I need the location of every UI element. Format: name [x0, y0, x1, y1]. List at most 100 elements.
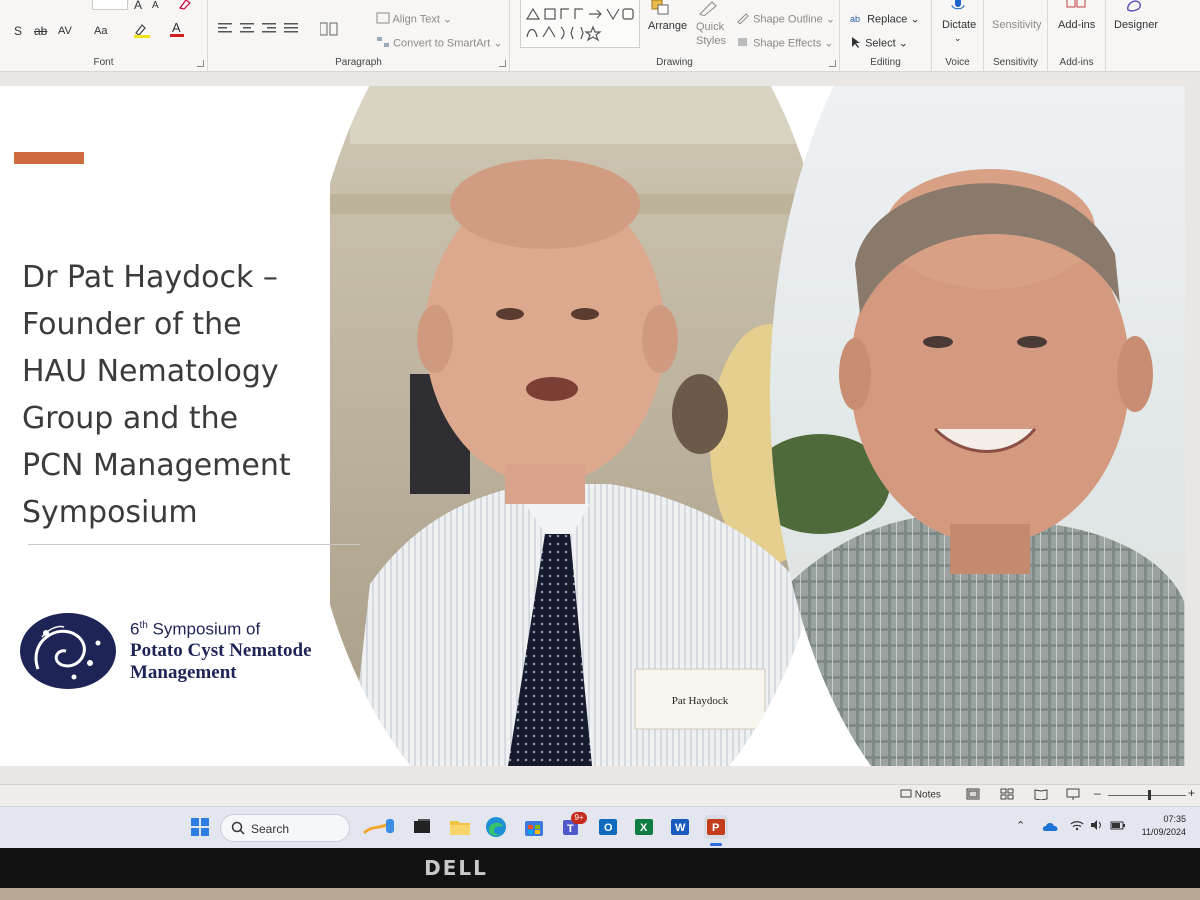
- edge-browser-icon[interactable]: [484, 815, 508, 839]
- photo-smiling-portrait: [770, 86, 1185, 766]
- font-color-icon[interactable]: A: [168, 20, 186, 41]
- system-clock[interactable]: 07:35 11/09/2024: [1142, 813, 1186, 839]
- ribbon: A A S ab AV Aa A Font Align Text ⌄ Conve…: [0, 0, 1200, 72]
- replace-label: Replace: [867, 13, 908, 26]
- wifi-icon[interactable]: [1070, 818, 1084, 836]
- logo-line3: Management: [130, 661, 237, 683]
- replace-button[interactable]: ab Replace ⌄: [850, 12, 920, 27]
- store-icon[interactable]: [522, 815, 546, 839]
- convert-smartart-label: Convert to SmartArt: [393, 37, 491, 50]
- taskbar-search[interactable]: Search: [220, 814, 350, 842]
- dictate-button[interactable]: Dictate: [942, 19, 976, 31]
- status-bar: Notes – +: [0, 784, 1200, 806]
- zoom-slider-thumb[interactable]: [1148, 790, 1151, 800]
- character-spacing-button[interactable]: AV: [58, 25, 72, 37]
- drawing-dialog-launcher[interactable]: [829, 60, 836, 67]
- title-line: HAU Nematology: [22, 354, 279, 389]
- select-label: Select: [865, 37, 896, 50]
- svg-text:T: T: [567, 823, 574, 835]
- widgets-icon[interactable]: [362, 815, 398, 839]
- change-case-button[interactable]: Aa: [94, 25, 107, 37]
- shapes-gallery[interactable]: [520, 0, 640, 48]
- outlook-icon[interactable]: O: [596, 815, 620, 839]
- sensitivity-button[interactable]: Sensitivity: [992, 19, 1042, 31]
- photo-speaking-portrait: Pat Haydock: [330, 86, 830, 766]
- dictate-dropdown-icon[interactable]: ⌄: [954, 33, 962, 44]
- notes-label: Notes: [914, 789, 941, 801]
- name-badge: Pat Haydock: [672, 695, 729, 707]
- powerpoint-icon[interactable]: P: [704, 815, 728, 839]
- justify-icon[interactable]: [284, 22, 298, 37]
- drawing-group-label: Drawing: [656, 57, 693, 68]
- highlight-color-icon[interactable]: [132, 22, 152, 41]
- convert-smartart-button[interactable]: Convert to SmartArt ⌄: [376, 36, 503, 51]
- align-left-icon[interactable]: [218, 22, 232, 37]
- microphone-icon[interactable]: [950, 0, 966, 15]
- paragraph-dialog-launcher[interactable]: [499, 60, 506, 67]
- zoom-out-button[interactable]: –: [1094, 786, 1101, 800]
- desk-surface: [0, 888, 1200, 900]
- shrink-font-button[interactable]: A: [152, 0, 159, 11]
- svg-text:P: P: [712, 822, 719, 834]
- addins-icon[interactable]: [1066, 0, 1088, 15]
- font-dialog-launcher[interactable]: [197, 60, 204, 67]
- shadow-button[interactable]: S: [14, 24, 22, 38]
- slide-editing-pane: Pat Haydock Dr Pat Haydock – Founder of …: [0, 72, 1200, 784]
- shape-effects-icon: [736, 36, 750, 51]
- zoom-slider[interactable]: [1108, 795, 1186, 796]
- volume-icon[interactable]: [1090, 818, 1104, 836]
- svg-text:A: A: [172, 20, 181, 35]
- taskbar: Search T 9+ O X W P ⌃ 07:35 11/09/2024: [0, 806, 1200, 848]
- grow-font-button[interactable]: A: [134, 0, 142, 12]
- slide-sorter-icon[interactable]: [1000, 788, 1014, 803]
- arrange-button[interactable]: Arrange: [648, 20, 687, 32]
- quick-styles-icon[interactable]: [696, 0, 718, 19]
- svg-text:O: O: [604, 822, 613, 834]
- teams-notification-badge: 9+: [571, 812, 587, 824]
- excel-icon[interactable]: X: [632, 815, 656, 839]
- logo-line2: Potato Cyst Nematode: [130, 639, 312, 661]
- show-hidden-icons-icon[interactable]: ⌃: [1016, 819, 1025, 832]
- slide[interactable]: Pat Haydock Dr Pat Haydock – Founder of …: [0, 86, 1185, 766]
- sensitivity-group-label: Sensitivity: [992, 57, 1038, 68]
- slideshow-icon[interactable]: [1066, 788, 1080, 803]
- shape-outline-icon: [736, 12, 750, 27]
- dell-logo: DELL: [424, 856, 488, 880]
- onedrive-icon[interactable]: [1042, 819, 1060, 837]
- file-explorer-icon[interactable]: [448, 815, 472, 839]
- normal-view-icon[interactable]: [966, 788, 980, 803]
- windows-start-icon[interactable]: [188, 815, 212, 839]
- align-center-icon[interactable]: [240, 22, 254, 37]
- notes-button[interactable]: Notes: [900, 789, 941, 801]
- designer-icon[interactable]: [1124, 0, 1144, 15]
- task-view-icon[interactable]: [410, 815, 434, 839]
- word-icon[interactable]: W: [668, 815, 692, 839]
- clock-date: 11/09/2024: [1141, 827, 1186, 837]
- align-text-button[interactable]: Align Text ⌄: [376, 12, 452, 27]
- nematode-logo-icon: [18, 611, 118, 691]
- bullets-icon[interactable]: [218, 0, 288, 9]
- symposium-logo-text: 6th Symposium of Potato Cyst Nematode Ma…: [130, 616, 312, 684]
- addins-button[interactable]: Add-ins: [1058, 19, 1095, 31]
- shape-effects-button[interactable]: Shape Effects ⌄: [736, 36, 834, 51]
- reading-view-icon[interactable]: [1034, 788, 1048, 803]
- battery-icon[interactable]: [1110, 818, 1126, 836]
- slide-title[interactable]: Dr Pat Haydock – Founder of the HAU Nema…: [22, 254, 362, 536]
- sensitivity-group: Sensitivity Sensitivity: [984, 0, 1048, 72]
- active-app-indicator: [710, 843, 722, 846]
- shape-outline-button[interactable]: Shape Outline ⌄: [736, 12, 835, 27]
- zoom-in-button[interactable]: +: [1188, 786, 1195, 800]
- title-line: Founder of the: [22, 307, 242, 342]
- arrange-icon[interactable]: [650, 0, 672, 19]
- designer-button[interactable]: Designer: [1114, 19, 1158, 31]
- clear-formatting-icon[interactable]: [178, 0, 192, 13]
- editing-group-label: Editing: [870, 57, 901, 68]
- align-right-icon[interactable]: [262, 22, 276, 37]
- quick-styles-button[interactable]: Quick Styles: [696, 20, 728, 48]
- strikethrough-button[interactable]: ab: [34, 24, 47, 38]
- logo-line1-rest: Symposium of: [147, 619, 261, 639]
- columns-icon[interactable]: [319, 22, 338, 39]
- select-button[interactable]: Select ⌄: [850, 36, 908, 51]
- screen: A A S ab AV Aa A Font Align Text ⌄ Conve…: [0, 0, 1200, 848]
- font-size-box[interactable]: [92, 0, 128, 10]
